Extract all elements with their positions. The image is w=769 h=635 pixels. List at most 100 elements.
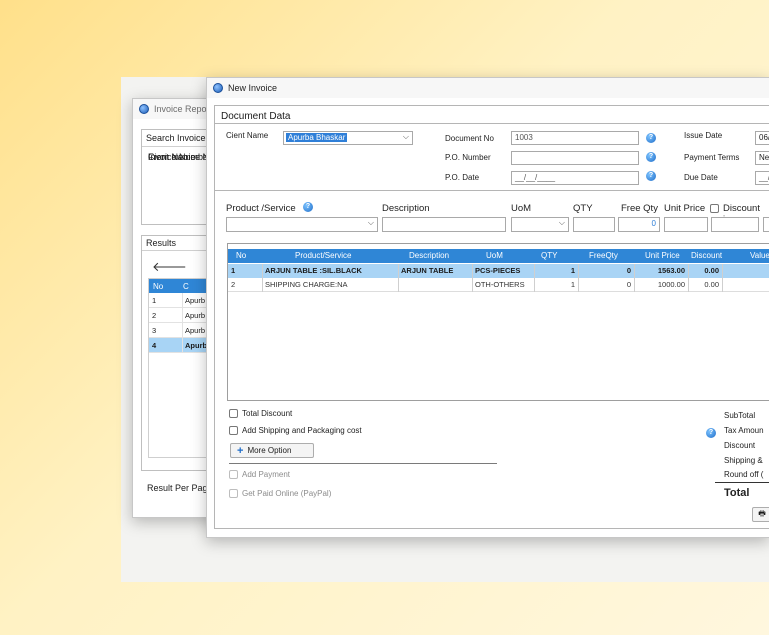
client-name-select[interactable]: Apurba Bhaskar ⌵ bbox=[283, 131, 413, 145]
uom-label: UoM bbox=[511, 203, 532, 214]
cell-product: ARJUN TABLE :SIL.BLACK bbox=[265, 264, 399, 278]
help-icon[interactable]: ? bbox=[646, 133, 656, 143]
cell-product: SHIPPING CHARGE:NA bbox=[265, 278, 399, 292]
result-per-page-label: Result Per Pag bbox=[147, 483, 208, 493]
items-grid-header: No Product/Service Description UoM QTY F… bbox=[228, 249, 769, 263]
row-client: Apurb bbox=[185, 295, 206, 305]
chevron-down-icon: ⌵ bbox=[367, 218, 374, 227]
total-discount-checkbox[interactable] bbox=[229, 409, 238, 418]
uom-select[interactable]: ⌵ bbox=[511, 217, 569, 232]
help-icon[interactable]: ? bbox=[706, 428, 716, 438]
client-name-label: Cient Name bbox=[226, 131, 269, 140]
tax-amount-label: Tax Amoun bbox=[724, 426, 764, 435]
po-number-field[interactable] bbox=[511, 151, 639, 165]
header-product: Product/Service bbox=[295, 251, 352, 260]
round-off-label: Round off ( bbox=[724, 470, 764, 479]
cell-no: 1 bbox=[231, 264, 263, 278]
shipping-total-label: Shipping & bbox=[724, 456, 763, 465]
header-uom: UoM bbox=[486, 251, 503, 260]
header-value: Value bbox=[750, 251, 769, 260]
help-icon[interactable]: ? bbox=[303, 202, 313, 212]
discount-input[interactable] bbox=[711, 217, 759, 232]
cell-description bbox=[401, 278, 473, 292]
divider bbox=[715, 482, 769, 483]
invoice-titlebar: New Invoice bbox=[207, 78, 769, 98]
due-date-field[interactable]: __/ bbox=[755, 171, 769, 185]
product-service-label: Product /Service bbox=[226, 203, 296, 214]
unit-price-input[interactable] bbox=[664, 217, 708, 232]
total-label: Total bbox=[724, 487, 750, 499]
get-paid-online-label: Get Paid Online (PayPal) bbox=[242, 489, 332, 498]
divider bbox=[229, 463, 497, 464]
unit-price-label: Unit Price bbox=[664, 203, 706, 214]
print-button[interactable]: 🖶 bbox=[752, 507, 769, 522]
cell-uom: PCS-PIECES bbox=[475, 264, 535, 278]
po-date-label: P.O. Date bbox=[445, 173, 480, 182]
help-icon[interactable]: ? bbox=[646, 152, 656, 162]
paypal-checkbox[interactable] bbox=[229, 489, 238, 498]
document-no-label: Document No bbox=[445, 134, 494, 143]
document-data-title: Document Data bbox=[221, 111, 291, 122]
tax-input[interactable] bbox=[763, 217, 769, 232]
cell-unit-price: 1563.00 bbox=[637, 264, 689, 278]
from-invoice-label: From Invoice N bbox=[148, 152, 210, 162]
divider bbox=[214, 190, 769, 191]
header-no: No bbox=[236, 251, 247, 260]
description-label: Description bbox=[382, 203, 430, 214]
header-description: Description bbox=[409, 251, 450, 260]
po-number-label: P.O. Number bbox=[445, 153, 491, 162]
report-title: Invoice Report bbox=[154, 104, 213, 114]
payment-terms-label: Payment Terms bbox=[684, 153, 740, 162]
row-no: 1 bbox=[149, 293, 183, 307]
free-qty-input[interactable]: 0 bbox=[618, 217, 660, 232]
column-header-no: No bbox=[153, 281, 164, 291]
cell-discount: 0.00 bbox=[691, 264, 723, 278]
printer-icon: 🖶 bbox=[758, 508, 766, 518]
cell-unit-price: 1000.00 bbox=[637, 278, 689, 292]
add-shipping-label: Add Shipping and Packaging cost bbox=[242, 426, 362, 435]
more-option-button[interactable]: + More Option bbox=[230, 443, 314, 458]
column-header-client: C bbox=[183, 281, 189, 291]
table-row-selected[interactable]: 1 ARJUN TABLE :SIL.BLACK ARJUN TABLE PCS… bbox=[228, 264, 769, 278]
invoice-title: New Invoice bbox=[228, 83, 278, 93]
app-icon bbox=[213, 83, 223, 93]
discount-total-label: Discount bbox=[724, 441, 756, 450]
header-free-qty: FreeQty bbox=[589, 251, 618, 260]
payment-terms-select[interactable]: Ne bbox=[755, 151, 769, 165]
cell-uom: OTH-OTHERS bbox=[475, 278, 535, 292]
chevron-down-icon: ⌵ bbox=[402, 132, 409, 141]
cell-free-qty: 0 bbox=[581, 278, 635, 292]
subtotal-label: SubTotal bbox=[724, 411, 756, 420]
app-icon bbox=[139, 104, 149, 114]
issue-date-label: Issue Date bbox=[684, 131, 723, 140]
more-option-label: More Option bbox=[247, 446, 292, 455]
divider bbox=[214, 123, 769, 124]
cell-no: 2 bbox=[231, 278, 263, 292]
row-client: Apurb bbox=[185, 310, 206, 320]
add-payment-label: Add Payment bbox=[242, 470, 291, 479]
chevron-down-icon: ⌵ bbox=[558, 218, 565, 227]
product-service-select[interactable]: ⌵ bbox=[226, 217, 378, 232]
help-icon[interactable]: ? bbox=[646, 171, 656, 181]
new-invoice-window: New Invoice Document Data Cient Name Apu… bbox=[206, 77, 769, 538]
due-date-label: Due Date bbox=[684, 173, 718, 182]
qty-label: QTY bbox=[573, 203, 593, 214]
header-unit-price: Unit Price bbox=[645, 251, 680, 260]
add-shipping-checkbox[interactable] bbox=[229, 426, 238, 435]
row-no: 4 bbox=[149, 338, 183, 352]
table-row[interactable]: 2 SHIPPING CHARGE:NA OTH-OTHERS 1 0 1000… bbox=[228, 278, 769, 292]
header-qty: QTY bbox=[541, 251, 558, 260]
add-payment-checkbox[interactable] bbox=[229, 470, 238, 479]
row-no: 3 bbox=[149, 323, 183, 337]
free-qty-label: Free Qty bbox=[621, 203, 658, 214]
qty-input[interactable] bbox=[573, 217, 615, 232]
po-date-field[interactable]: __/__/____ bbox=[511, 171, 639, 185]
description-input[interactable] bbox=[382, 217, 506, 232]
document-no-field[interactable]: 1003 bbox=[511, 131, 639, 145]
cell-free-qty: 0 bbox=[581, 264, 635, 278]
previous-page-arrow-icon[interactable]: 🡐 bbox=[152, 259, 187, 275]
discount-checkbox[interactable] bbox=[710, 204, 719, 213]
plus-icon: + bbox=[237, 444, 244, 457]
issue-date-field[interactable]: 06/ bbox=[755, 131, 769, 145]
cell-description: ARJUN TABLE bbox=[401, 264, 473, 278]
